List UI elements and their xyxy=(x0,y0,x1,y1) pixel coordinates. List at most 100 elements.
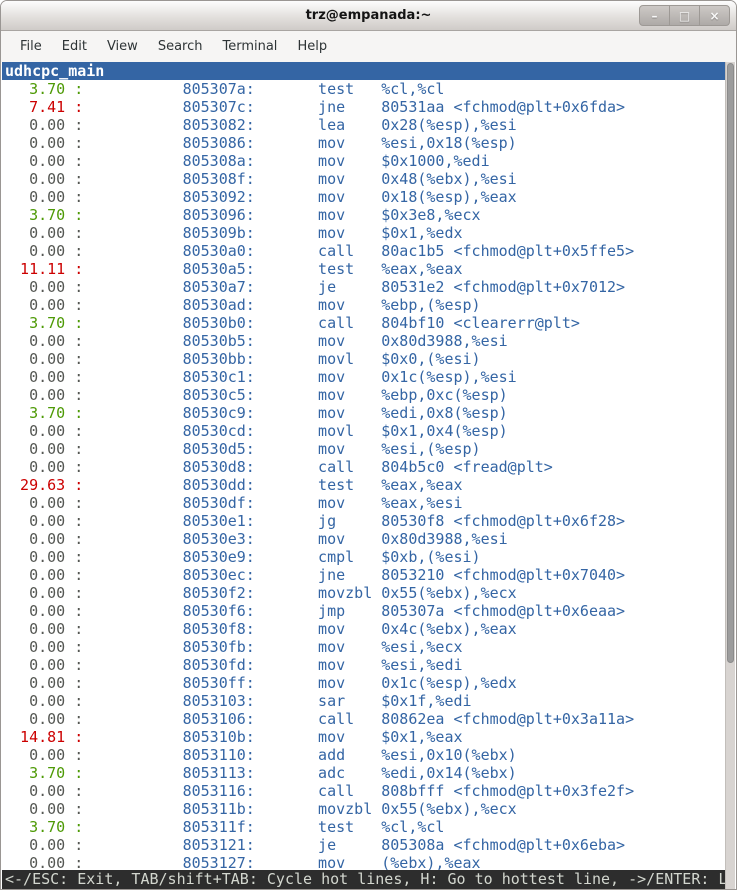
percent-colon-separator: : xyxy=(65,278,83,296)
disasm-row[interactable]: 0.00 :8053116:call808bfff <fchmod@plt+0x… xyxy=(2,782,725,800)
percent-cell: 0.00 xyxy=(2,152,65,170)
maximize-icon: □ xyxy=(679,9,690,23)
disasm-row[interactable]: 14.81 :805310b:mov$0x1,%eax xyxy=(2,728,725,746)
address-cell: 805308f: xyxy=(183,170,255,188)
disasm-row[interactable]: 0.00 :805308f:mov0x48(%ebx),%esi xyxy=(2,170,725,188)
disasm-row[interactable]: 0.00 :805311b:movzbl0x55(%ebx),%ecx xyxy=(2,800,725,818)
address-cell: 80530f6: xyxy=(183,602,255,620)
disasm-row[interactable]: 0.00 :80530e9:cmpl$0xb,(%esi) xyxy=(2,548,725,566)
address-cell: 80530e3: xyxy=(183,530,255,548)
disasm-row[interactable]: 0.00 :8053103:sar$0x1f,%edi xyxy=(2,692,725,710)
disasm-row[interactable]: 0.00 :805308a:mov$0x1000,%edi xyxy=(2,152,725,170)
disasm-row[interactable]: 0.00 :80530f8:mov0x4c(%ebx),%eax xyxy=(2,620,725,638)
percent-colon-separator: : xyxy=(65,692,83,710)
menu-item-view[interactable]: View xyxy=(97,34,148,59)
disasm-row[interactable]: 29.63 :80530dd:test%eax,%eax xyxy=(2,476,725,494)
minimize-button[interactable]: – xyxy=(640,6,669,25)
disasm-row[interactable]: 0.00 :80530a0:call80ac1b5 <fchmod@plt+0x… xyxy=(2,242,725,260)
disasm-row[interactable]: 0.00 :8053110:add%esi,0x10(%ebx) xyxy=(2,746,725,764)
mnemonic-cell: mov xyxy=(318,404,381,422)
disasm-row[interactable]: 0.00 :805309b:mov$0x1,%edx xyxy=(2,224,725,242)
operands-cell: %eax,%esi xyxy=(381,494,462,512)
disasm-row[interactable]: 3.70 :805307a:test%cl,%cl xyxy=(2,80,725,98)
mnemonic-cell: movzbl xyxy=(318,584,381,602)
disasm-row[interactable]: 0.00 :80530e3:mov0x80d3988,%esi xyxy=(2,530,725,548)
disasm-row[interactable]: 7.41 :805307c:jne80531aa <fchmod@plt+0x6… xyxy=(2,98,725,116)
disasm-row[interactable]: 0.00 :80530c1:mov0x1c(%esp),%esi xyxy=(2,368,725,386)
operands-cell: 0x80d3988,%esi xyxy=(381,530,507,548)
address-cell: 80530fd: xyxy=(183,656,255,674)
percent-cell: 0.00 xyxy=(2,692,65,710)
disasm-row[interactable]: 3.70 :80530b0:call804bf10 <clearerr@plt> xyxy=(2,314,725,332)
disasm-row[interactable]: 0.00 :80530fb:mov%esi,%ecx xyxy=(2,638,725,656)
disasm-row[interactable]: 0.00 :80530ad:mov%ebp,(%esp) xyxy=(2,296,725,314)
menu-item-file[interactable]: File xyxy=(10,34,52,59)
operands-cell: 805308a <fchmod@plt+0x6eba> xyxy=(381,836,625,854)
mnemonic-cell: call xyxy=(318,458,381,476)
mnemonic-cell: mov xyxy=(318,440,381,458)
address-cell: 8053116: xyxy=(183,782,255,800)
mnemonic-cell: movzbl xyxy=(318,800,381,818)
percent-colon-separator: : xyxy=(65,116,83,134)
percent-colon-separator: : xyxy=(65,584,83,602)
disasm-row[interactable]: 0.00 :80530cd:movl$0x1,0x4(%esp) xyxy=(2,422,725,440)
disasm-row[interactable]: 0.00 :80530ec:jne8053210 <fchmod@plt+0x7… xyxy=(2,566,725,584)
menu-item-search[interactable]: Search xyxy=(148,34,213,59)
mnemonic-cell: mov xyxy=(318,728,381,746)
address-cell: 80530b0: xyxy=(183,314,255,332)
percent-colon-separator: : xyxy=(65,512,83,530)
disasm-row[interactable]: 0.00 :8053121:je805308a <fchmod@plt+0x6e… xyxy=(2,836,725,854)
close-button[interactable]: × xyxy=(699,6,729,25)
operands-cell: %ebp,0xc(%esp) xyxy=(381,386,507,404)
menu-item-help[interactable]: Help xyxy=(287,34,337,59)
percent-cell: 0.00 xyxy=(2,224,65,242)
disasm-row[interactable]: 0.00 :80530fd:mov%esi,%edi xyxy=(2,656,725,674)
disasm-row[interactable]: 3.70 :805311f:test%cl,%cl xyxy=(2,818,725,836)
operands-cell: %eax,%eax xyxy=(381,260,462,278)
disasm-row[interactable]: 0.00 :80530c5:mov%ebp,0xc(%esp) xyxy=(2,386,725,404)
address-cell: 80530c5: xyxy=(183,386,255,404)
terminal-content: udhcpc_main 3.70 :805307a:test%cl,%cl7.4… xyxy=(2,62,735,889)
disasm-row[interactable]: 0.00 :8053082:lea0x28(%esp),%esi xyxy=(2,116,725,134)
address-cell: 805307c: xyxy=(183,98,255,116)
scrollbar-thumb[interactable] xyxy=(727,63,734,663)
operands-cell: 804bf10 <clearerr@plt> xyxy=(381,314,580,332)
disasm-row[interactable]: 0.00 :80530e1:jg80530f8 <fchmod@plt+0x6f… xyxy=(2,512,725,530)
operands-cell: %edi,0x8(%esp) xyxy=(381,404,507,422)
disasm-row[interactable]: 0.00 :8053127:mov(%ebx),%eax xyxy=(2,854,725,870)
mnemonic-cell: mov xyxy=(318,620,381,638)
scrollbar[interactable] xyxy=(725,62,735,889)
disasm-row[interactable]: 0.00 :80530d5:mov%esi,(%esp) xyxy=(2,440,725,458)
address-cell: 80530cd: xyxy=(183,422,255,440)
disasm-row[interactable]: 0.00 :8053086:mov%esi,0x18(%esp) xyxy=(2,134,725,152)
disasm-row[interactable]: 0.00 :80530b5:mov0x80d3988,%esi xyxy=(2,332,725,350)
disasm-row[interactable]: 11.11 :80530a5:test%eax,%eax xyxy=(2,260,725,278)
disasm-row[interactable]: 3.70 :80530c9:mov%edi,0x8(%esp) xyxy=(2,404,725,422)
operands-cell: 0x1c(%esp),%edx xyxy=(381,674,516,692)
address-cell: 80530ad: xyxy=(183,296,255,314)
mnemonic-cell: mov xyxy=(318,530,381,548)
disasm-row[interactable]: 0.00 :80530bb:movl$0x0,(%esi) xyxy=(2,350,725,368)
titlebar[interactable]: trz@empanada:~ –□× xyxy=(1,1,736,31)
percent-colon-separator: : xyxy=(65,656,83,674)
disasm-row[interactable]: 0.00 :80530d8:call804b5c0 <fread@plt> xyxy=(2,458,725,476)
disasm-row[interactable]: 0.00 :8053092:mov0x18(%esp),%eax xyxy=(2,188,725,206)
disasm-row[interactable]: 0.00 :8053106:call80862ea <fchmod@plt+0x… xyxy=(2,710,725,728)
maximize-button[interactable]: □ xyxy=(669,6,699,25)
percent-colon-separator: : xyxy=(65,242,83,260)
operands-cell: $0x1f,%edi xyxy=(381,692,471,710)
disasm-row[interactable]: 0.00 :80530f6:jmp805307a <fchmod@plt+0x6… xyxy=(2,602,725,620)
disasm-row[interactable]: 3.70 :8053113:adc%edi,0x14(%ebx) xyxy=(2,764,725,782)
disasm-row[interactable]: 3.70 :8053096:mov$0x3e8,%ecx xyxy=(2,206,725,224)
menu-item-terminal[interactable]: Terminal xyxy=(212,34,287,59)
percent-colon-separator: : xyxy=(65,548,83,566)
disasm-row[interactable]: 0.00 :80530a7:je80531e2 <fchmod@plt+0x70… xyxy=(2,278,725,296)
disasm-row[interactable]: 0.00 :80530f2:movzbl0x55(%ebx),%ecx xyxy=(2,584,725,602)
disasm-row[interactable]: 0.00 :80530ff:mov0x1c(%esp),%edx xyxy=(2,674,725,692)
percent-colon-separator: : xyxy=(65,800,83,818)
percent-cell: 0.00 xyxy=(2,458,65,476)
percent-colon-separator: : xyxy=(65,674,83,692)
disasm-row[interactable]: 0.00 :80530df:mov%eax,%esi xyxy=(2,494,725,512)
menu-item-edit[interactable]: Edit xyxy=(52,34,97,59)
operands-cell: $0x1000,%edi xyxy=(381,152,489,170)
